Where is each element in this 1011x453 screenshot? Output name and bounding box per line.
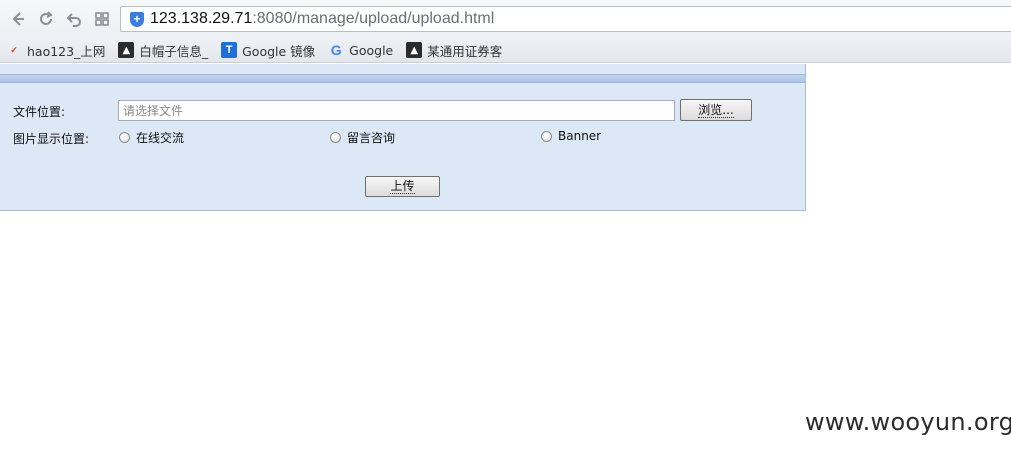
bookmark-label: 某通用证券客	[427, 43, 503, 59]
bookmark-hao123[interactable]: ✓ hao123_上网	[6, 41, 105, 60]
browser-toolbar: + 123.138.29.71:8080/manage/upload/uploa…	[0, 0, 1011, 38]
hat-icon: ▲	[406, 42, 423, 58]
bookmark-label: hao123_上网	[27, 43, 106, 59]
radio-banner[interactable]: Banner	[541, 129, 601, 143]
radio-circle[interactable]	[541, 130, 552, 142]
bookmark-securities[interactable]: ▲ 某通用证券客	[406, 41, 502, 60]
back-arrow-icon[interactable]	[8, 9, 28, 29]
radio-circle[interactable]	[330, 132, 341, 143]
grid-icon[interactable]	[92, 9, 112, 29]
upload-form-panel: 文件位置: 浏览... 图片显示位置: 在线交流 留言咨询 Banner 上传	[0, 64, 806, 211]
bookmarks-bar: ✓ hao123_上网 ▲ 白帽子信息_ T Google 镜像 G Googl…	[0, 38, 1011, 63]
panel-header-bar	[0, 74, 805, 83]
image-position-label: 图片显示位置:	[13, 132, 90, 146]
bookmark-label: 白帽子信息_	[139, 43, 209, 59]
file-location-label: 文件位置:	[13, 105, 66, 119]
radio-circle[interactable]	[119, 132, 130, 143]
google-icon: G	[330, 42, 342, 58]
t-icon: T	[221, 42, 238, 58]
upload-button-label: 上传	[390, 179, 415, 194]
radio-label: 在线交流	[136, 131, 185, 145]
bookmark-baimaozi[interactable]: ▲ 白帽子信息_	[118, 41, 208, 60]
browse-button-label: 浏览...	[698, 102, 734, 118]
bookmark-google-mirror[interactable]: T Google 镜像	[221, 41, 315, 60]
address-url[interactable]: 123.138.29.71:8080/manage/upload/upload.…	[150, 10, 494, 28]
radio-message-consult[interactable]: 留言咨询	[330, 129, 395, 146]
bookmark-label: Google	[349, 42, 394, 58]
file-path-input[interactable]	[118, 100, 675, 121]
radio-label: 留言咨询	[347, 131, 396, 145]
bookmark-google[interactable]: G Google	[328, 42, 394, 58]
hat-icon: ▲	[118, 42, 135, 58]
address-bar[interactable]: + 123.138.29.71:8080/manage/upload/uploa…	[120, 6, 1011, 32]
upload-button[interactable]: 上传	[365, 176, 440, 197]
watermark: www.wooyun.org	[805, 408, 1011, 436]
undo-icon[interactable]	[64, 9, 84, 29]
reload-icon[interactable]	[36, 9, 56, 29]
bookmark-label: Google 镜像	[242, 43, 316, 59]
browse-button[interactable]: 浏览...	[680, 99, 752, 121]
hao123-icon: ✓	[10, 44, 18, 55]
shield-icon: +	[130, 11, 144, 27]
radio-label: Banner	[558, 129, 602, 143]
radio-online-chat[interactable]: 在线交流	[119, 129, 184, 146]
